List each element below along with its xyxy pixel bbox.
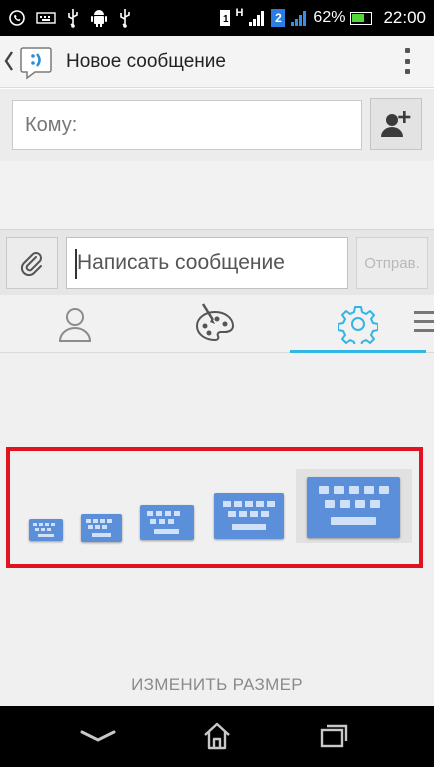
compose-row: Написать сообщение Отправ. [0,229,434,295]
tab-settings[interactable] [290,295,426,353]
svg-text:1: 1 [223,14,229,25]
conversation-area [0,161,434,229]
keyboard-icon [33,523,55,537]
back-button[interactable] [68,718,128,754]
palette-icon [195,303,235,342]
keyboard-size-option-3[interactable] [140,505,194,540]
keyboard-size-option-2[interactable] [81,514,122,542]
send-button[interactable]: Отправ. [356,237,428,289]
keyboard-size-panel: ИЗМЕНИТЬ РАЗМЕР [0,353,434,706]
battery-icon [350,11,373,25]
emoji-keyboard-tabs [0,295,434,353]
keyboard-size-option-4[interactable] [214,493,284,539]
recent-apps-icon [320,724,348,748]
tab-themes[interactable] [160,295,270,353]
signal-icon [291,11,307,26]
signal-icon [249,11,265,26]
keyboard-icon [86,519,112,537]
keyboard-size-option-5-selected[interactable] [307,477,400,538]
home-button[interactable] [187,718,247,754]
tab-profile[interactable] [20,295,130,353]
whatsapp-icon [9,10,25,26]
person-outline-icon [58,308,92,342]
clock: 22:00 [383,8,426,27]
sim-2-badge: 2 [271,9,286,27]
add-contact-button[interactable] [370,98,422,150]
sim-1-icon: 1 [220,10,231,26]
screen-title: Новое сообщение [66,51,226,72]
resize-button[interactable]: ИЗМЕНИТЬ РАЗМЕР [0,675,434,695]
android-debug-icon [91,10,107,27]
messaging-app-icon[interactable] [18,44,54,80]
system-indicators: 1 H 2 62% 22:00 [220,0,426,36]
home-icon [204,722,230,750]
overflow-menu-icon[interactable] [402,48,412,74]
keyboard-icon [147,511,180,534]
more-tabs-icon[interactable] [414,311,434,335]
message-input[interactable]: Написать сообщение [66,237,348,289]
back-chevron-icon[interactable] [4,50,14,72]
usb-icon [68,9,78,28]
keyboard-icon [319,486,389,525]
chevron-down-icon [80,730,116,742]
recent-apps-button[interactable] [304,718,364,754]
navigation-bar [0,706,434,767]
recipient-row: Кому: [0,89,434,161]
keyboard-icon [223,501,275,530]
usb-icon [120,9,130,28]
keyboard-size-option-1[interactable] [29,519,63,541]
network-type: H [235,7,244,19]
status-bar: 1 H 2 62% 22:00 [0,0,434,36]
add-person-icon [381,111,411,137]
gear-icon [338,306,378,344]
keyboard-notification-icon [36,12,56,24]
paperclip-icon [20,252,42,276]
attach-button[interactable] [6,237,58,289]
recipient-input[interactable]: Кому: [12,100,362,150]
notification-icons [8,0,132,36]
action-bar: Новое сообщение [0,36,434,88]
battery-percent: 62% [313,9,346,26]
